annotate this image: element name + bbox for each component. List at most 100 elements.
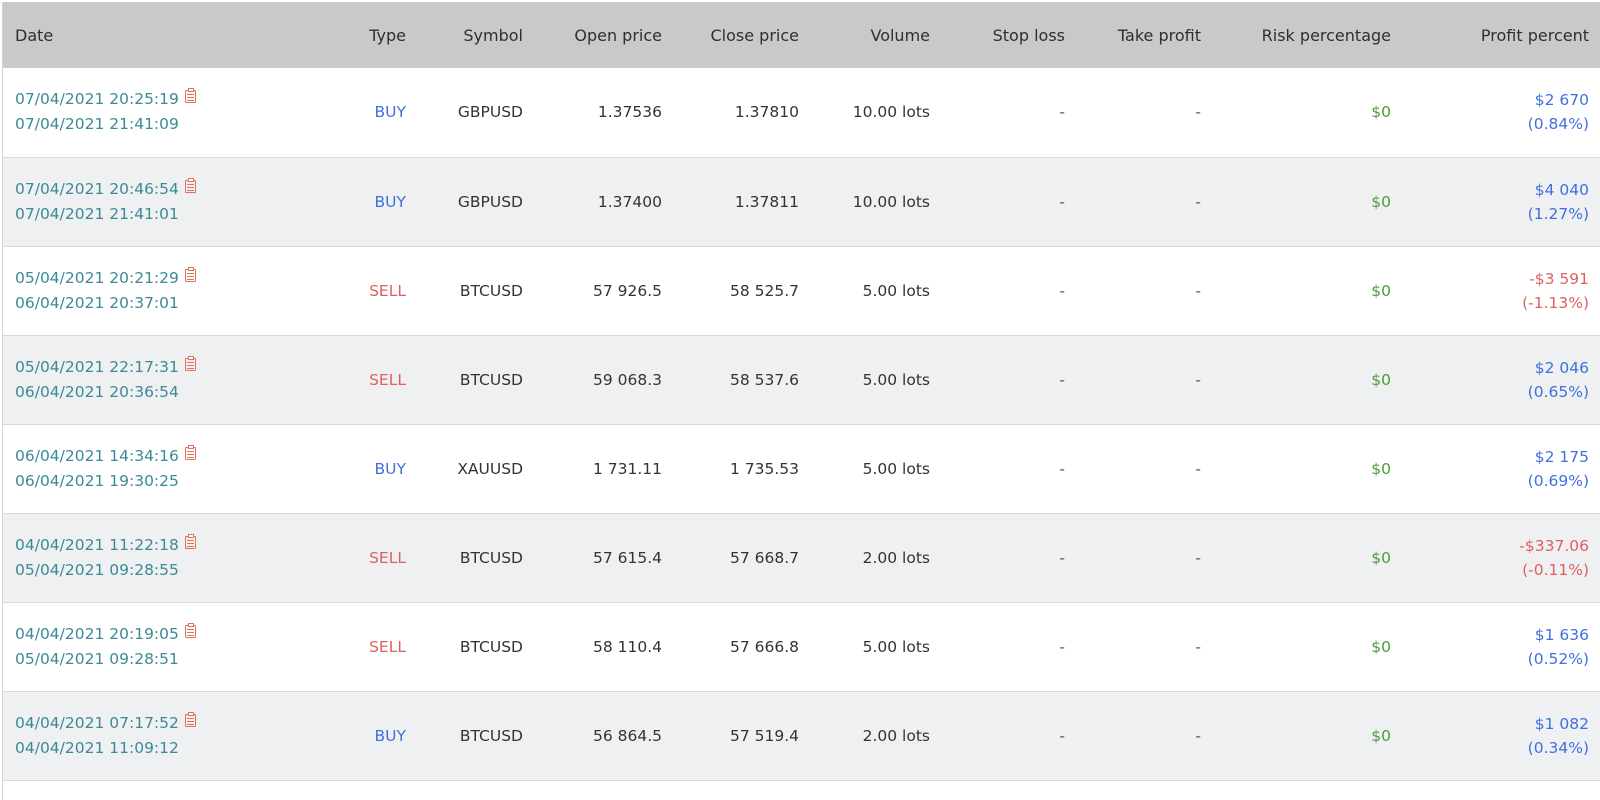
table-row[interactable]: 07/04/2021 20:25:19 07/04/2021 21:41:09 BU… — [3, 68, 1600, 157]
table-row[interactable]: 04/04/2021 07:17:52 04/04/2021 11:09:12 BU… — [3, 691, 1600, 780]
trade-history-table: Date Type Symbol Open price Close price … — [3, 2, 1600, 781]
document-icon[interactable] — [184, 355, 196, 371]
take-profit-cell: - — [1195, 281, 1201, 300]
type-cell: SELL — [369, 548, 406, 567]
close-date: 07/04/2021 21:41:01 — [15, 204, 179, 223]
document-icon[interactable] — [184, 711, 196, 727]
profit-percent: (0.52%) — [1527, 649, 1589, 668]
type-cell: SELL — [369, 281, 406, 300]
header-open-price[interactable]: Open price — [535, 2, 674, 68]
open-price-cell: 57 615.4 — [592, 548, 662, 567]
date-cell: 05/04/2021 20:21:29 06/04/2021 20:37:01 — [3, 246, 345, 335]
stop-loss-cell: - — [1059, 103, 1065, 122]
header-symbol[interactable]: Symbol — [418, 2, 535, 68]
take-profit-cell: - — [1195, 192, 1201, 211]
header-close-price[interactable]: Close price — [674, 2, 811, 68]
close-price-cell: 1 735.53 — [729, 459, 799, 478]
close-date: 05/04/2021 09:28:51 — [15, 649, 179, 668]
close-date: 04/04/2021 11:09:12 — [15, 738, 179, 757]
profit-amount: -$3 591 — [1529, 269, 1589, 288]
close-price-cell: 58 525.7 — [729, 281, 799, 300]
volume-cell: 5.00 lots — [862, 637, 930, 656]
symbol-cell: BTCUSD — [459, 281, 523, 300]
volume-cell: 5.00 lots — [862, 370, 930, 389]
close-date: 05/04/2021 09:28:55 — [15, 560, 179, 579]
header-type[interactable]: Type — [345, 2, 418, 68]
open-date: 06/04/2021 14:34:16 — [15, 446, 179, 465]
take-profit-cell: - — [1195, 103, 1201, 122]
stop-loss-cell: - — [1059, 192, 1065, 211]
close-date: 06/04/2021 20:36:54 — [15, 382, 179, 401]
header-stop-loss[interactable]: Stop loss — [942, 2, 1077, 68]
open-price-cell: 59 068.3 — [592, 370, 662, 389]
table-row[interactable]: 05/04/2021 22:17:31 06/04/2021 20:36:54 SE… — [3, 335, 1600, 424]
profit-cell: $2 175 (0.69%) — [1403, 424, 1600, 513]
open-date: 07/04/2021 20:25:19 — [15, 90, 179, 109]
open-date: 04/04/2021 07:17:52 — [15, 713, 179, 732]
open-price-cell: 1.37536 — [597, 103, 662, 122]
profit-cell: -$337.06 (-0.11%) — [1403, 513, 1600, 602]
stop-loss-cell: - — [1059, 637, 1065, 656]
symbol-cell: XAUUSD — [457, 459, 523, 478]
profit-percent: (0.69%) — [1527, 471, 1589, 490]
table-row[interactable]: 04/04/2021 20:19:05 05/04/2021 09:28:51 SE… — [3, 602, 1600, 691]
document-icon[interactable] — [184, 266, 196, 282]
profit-cell: $2 670 (0.84%) — [1403, 68, 1600, 157]
table-row[interactable]: 05/04/2021 20:21:29 06/04/2021 20:37:01 SE… — [3, 246, 1600, 335]
profit-percent: (-1.13%) — [1522, 293, 1589, 312]
date-cell: 07/04/2021 20:46:54 07/04/2021 21:41:01 — [3, 157, 345, 246]
symbol-cell: BTCUSD — [459, 637, 523, 656]
risk-cell: $0 — [1371, 370, 1391, 389]
take-profit-cell: - — [1195, 726, 1201, 745]
close-date: 06/04/2021 19:30:25 — [15, 471, 179, 490]
risk-cell: $0 — [1371, 192, 1391, 211]
close-price-cell: 1.37810 — [734, 103, 799, 122]
table-row[interactable]: 07/04/2021 20:46:54 07/04/2021 21:41:01 BU… — [3, 157, 1600, 246]
header-date[interactable]: Date — [3, 2, 345, 68]
close-price-cell: 1.37811 — [734, 192, 799, 211]
open-date: 04/04/2021 20:19:05 — [15, 624, 179, 643]
type-cell: BUY — [374, 103, 406, 122]
header-volume[interactable]: Volume — [811, 2, 942, 68]
document-icon[interactable] — [184, 533, 196, 549]
table-row[interactable]: 06/04/2021 14:34:16 06/04/2021 19:30:25 BU… — [3, 424, 1600, 513]
volume-cell: 5.00 lots — [862, 459, 930, 478]
stop-loss-cell: - — [1059, 281, 1065, 300]
profit-percent: (-0.11%) — [1522, 560, 1589, 579]
close-price-cell: 58 537.6 — [729, 370, 799, 389]
document-icon[interactable] — [184, 88, 196, 104]
document-icon[interactable] — [184, 444, 196, 460]
header-profit-percent[interactable]: Profit percent — [1403, 2, 1600, 68]
document-icon[interactable] — [184, 177, 196, 193]
volume-cell: 2.00 lots — [862, 726, 930, 745]
symbol-cell: GBPUSD — [457, 192, 523, 211]
table-header-row: Date Type Symbol Open price Close price … — [3, 2, 1600, 68]
type-cell: SELL — [369, 370, 406, 389]
profit-amount: -$337.06 — [1519, 536, 1589, 555]
open-price-cell: 56 864.5 — [592, 726, 662, 745]
profit-percent: (0.34%) — [1527, 738, 1589, 757]
close-price-cell: 57 519.4 — [729, 726, 799, 745]
profit-cell: $4 040 (1.27%) — [1403, 157, 1600, 246]
close-price-cell: 57 668.7 — [729, 548, 799, 567]
open-price-cell: 58 110.4 — [592, 637, 662, 656]
header-risk-percentage[interactable]: Risk percentage — [1213, 2, 1403, 68]
profit-cell: $1 636 (0.52%) — [1403, 602, 1600, 691]
header-take-profit[interactable]: Take profit — [1077, 2, 1213, 68]
profit-percent: (0.65%) — [1527, 382, 1589, 401]
risk-cell: $0 — [1371, 459, 1391, 478]
date-cell: 04/04/2021 11:22:18 05/04/2021 09:28:55 — [3, 513, 345, 602]
stop-loss-cell: - — [1059, 459, 1065, 478]
take-profit-cell: - — [1195, 370, 1201, 389]
risk-cell: $0 — [1371, 103, 1391, 122]
trade-history-table-container: Date Type Symbol Open price Close price … — [2, 2, 1600, 800]
take-profit-cell: - — [1195, 459, 1201, 478]
close-price-cell: 57 666.8 — [729, 637, 799, 656]
document-icon[interactable] — [184, 622, 196, 638]
type-cell: BUY — [374, 459, 406, 478]
risk-cell: $0 — [1371, 548, 1391, 567]
volume-cell: 5.00 lots — [862, 281, 930, 300]
open-date: 05/04/2021 22:17:31 — [15, 357, 179, 376]
volume-cell: 10.00 lots — [852, 192, 930, 211]
table-row[interactable]: 04/04/2021 11:22:18 05/04/2021 09:28:55 SE… — [3, 513, 1600, 602]
